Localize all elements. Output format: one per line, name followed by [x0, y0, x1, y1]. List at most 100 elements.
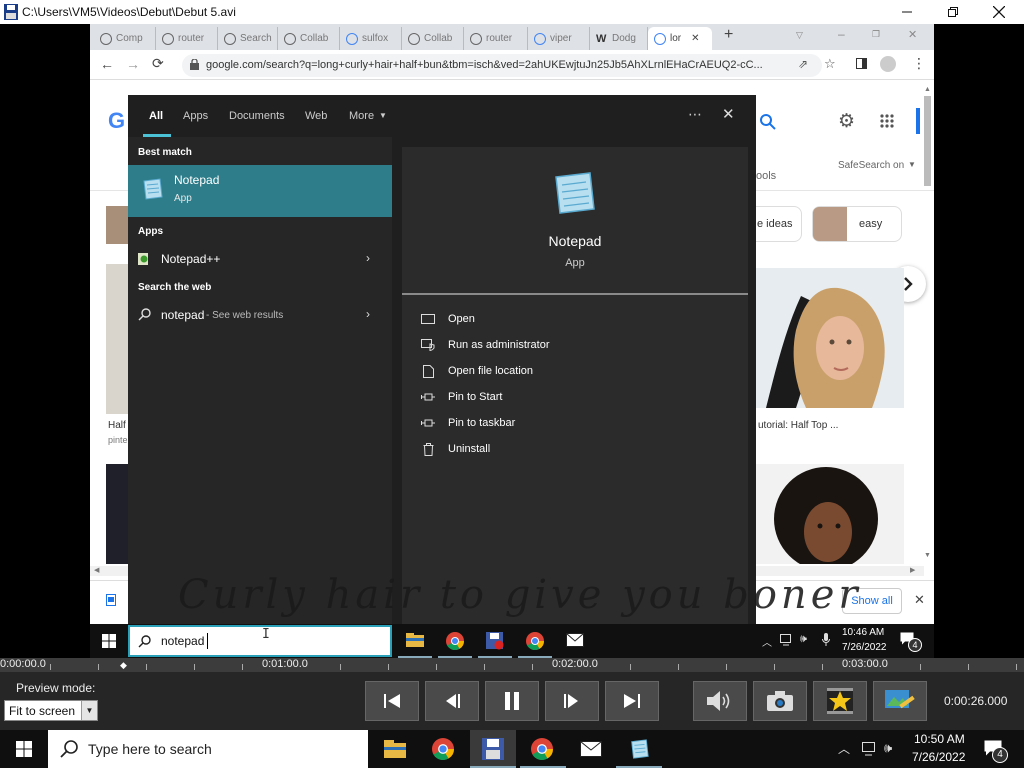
image-result-curly-dark[interactable] — [756, 464, 904, 564]
microphone-icon[interactable] — [822, 633, 830, 646]
action-open[interactable]: Open — [420, 309, 475, 329]
omnibox[interactable]: google.com/search?q=long+curly+hair+half… — [182, 54, 822, 77]
step-back-button[interactable] — [425, 681, 479, 721]
browser-tab[interactable]: Comp — [94, 27, 156, 50]
action-open-file-location[interactable]: Open file location — [420, 361, 533, 381]
effects-star-button[interactable] — [813, 681, 867, 721]
browser-tab[interactable]: sulfox — [340, 27, 402, 50]
action-uninstall[interactable]: Uninstall — [420, 439, 490, 459]
image-result-curly-blonde[interactable] — [756, 268, 904, 408]
chrome-icon[interactable] — [531, 738, 553, 760]
safesearch-dropdown-icon[interactable]: ▼ — [908, 160, 916, 169]
tray-time[interactable]: 10:50 AM — [914, 732, 965, 746]
skip-to-end-button[interactable] — [605, 681, 659, 721]
apps-grid-icon[interactable] — [880, 114, 894, 128]
scroll-right-icon[interactable]: ▶ — [910, 566, 915, 574]
profile-icon[interactable] — [880, 56, 896, 72]
windows-start-icon[interactable] — [16, 741, 32, 757]
scroll-left-icon[interactable]: ◀ — [94, 566, 99, 574]
window-restore-icon[interactable]: ❐ — [872, 29, 880, 40]
notepad-icon[interactable] — [628, 738, 650, 760]
browser-tab[interactable]: Collab — [278, 27, 340, 50]
share-icon[interactable]: ⇗ — [798, 57, 808, 71]
step-forward-button[interactable] — [545, 681, 599, 721]
action-pin-start[interactable]: Pin to Start — [420, 387, 502, 407]
account-button[interactable] — [916, 108, 920, 134]
action-pin-taskbar[interactable]: Pin to taskbar — [420, 413, 515, 433]
tab-apps[interactable]: Apps — [183, 110, 208, 122]
chrome-icon[interactable] — [526, 632, 544, 650]
browser-tab[interactable]: router — [156, 27, 218, 50]
image-result[interactable] — [106, 264, 128, 414]
taskbar-search-box[interactable]: notepad — [128, 625, 392, 657]
image-thumbnail[interactable] — [106, 206, 128, 244]
browser-tab[interactable]: Search — [218, 27, 278, 50]
preview-mode-select[interactable]: Fit to screen ▼ — [4, 700, 98, 721]
volume-button[interactable] — [693, 681, 747, 721]
file-explorer-icon[interactable] — [384, 740, 406, 758]
back-icon[interactable]: ← — [100, 56, 114, 72]
video-settings-button[interactable] — [873, 681, 927, 721]
tab-more[interactable]: More — [349, 110, 374, 122]
tab-web[interactable]: Web — [305, 110, 327, 122]
more-options-icon[interactable]: ⋯ — [688, 106, 702, 123]
browser-tab[interactable]: router — [464, 27, 528, 50]
related-chip[interactable]: easy — [812, 206, 902, 242]
menu-dots-icon[interactable]: ⋮ — [912, 55, 926, 72]
window-minimize-icon[interactable]: – — [838, 27, 845, 41]
safesearch-label[interactable]: SafeSearch on — [838, 160, 904, 171]
tray-chevron-up-icon[interactable]: ︿ — [762, 634, 772, 649]
mail-icon[interactable] — [580, 741, 602, 757]
browser-tab[interactable]: viper — [528, 27, 590, 50]
dropdown-button[interactable]: ▼ — [81, 701, 97, 720]
tab-all[interactable]: All — [149, 110, 163, 122]
pause-button[interactable] — [485, 681, 539, 721]
volume-icon[interactable]: 🕪 — [884, 740, 892, 756]
image-caption[interactable]: utorial: Half Top ... — [758, 420, 838, 431]
download-file-icon[interactable] — [106, 594, 116, 606]
close-tab-icon[interactable]: ✕ — [691, 33, 699, 44]
window-close-icon[interactable]: ✕ — [908, 28, 917, 41]
taskbar-search-box[interactable]: Type here to search — [48, 730, 368, 768]
action-run-as-admin[interactable]: Run as administrator — [420, 335, 550, 355]
volume-icon[interactable]: 🕪 — [800, 633, 807, 646]
debut-recorder-icon[interactable] — [486, 632, 504, 650]
best-match-item[interactable]: Notepad App — [128, 165, 392, 217]
network-icon[interactable] — [780, 634, 794, 646]
snapshot-camera-button[interactable] — [753, 681, 807, 721]
search-icon[interactable] — [760, 114, 776, 130]
image-result[interactable] — [106, 464, 128, 564]
chrome-icon[interactable] — [446, 632, 464, 650]
debut-recorder-icon[interactable] — [482, 738, 504, 760]
chevron-right-icon[interactable]: › — [366, 251, 370, 265]
sidepanel-icon[interactable] — [856, 58, 867, 69]
image-caption[interactable]: Half — [108, 420, 126, 431]
tools-link[interactable]: ools — [756, 170, 776, 182]
file-explorer-icon[interactable] — [406, 633, 424, 647]
settings-gear-icon[interactable]: ⚙ — [838, 110, 855, 133]
new-tab-button[interactable]: + — [724, 26, 733, 44]
minimize-button[interactable] — [884, 0, 930, 24]
bookmark-star-icon[interactable]: ☆ — [824, 56, 836, 72]
chrome-icon[interactable] — [432, 738, 454, 760]
tray-time[interactable]: 10:46 AM — [842, 627, 884, 638]
restore-button[interactable] — [930, 0, 976, 24]
mail-icon[interactable] — [566, 633, 584, 647]
chevron-right-icon[interactable]: › — [366, 307, 370, 321]
scroll-down-icon[interactable]: ▼ — [924, 552, 931, 559]
search-input[interactable]: notepad — [161, 634, 204, 648]
close-search-icon[interactable]: ✕ — [722, 105, 735, 123]
tab-documents[interactable]: Documents — [229, 110, 285, 122]
tab-search-icon[interactable]: ▽ — [796, 30, 803, 41]
close-button[interactable] — [976, 0, 1022, 24]
vertical-scrollbar-thumb[interactable] — [924, 96, 931, 186]
scroll-up-icon[interactable]: ▲ — [924, 86, 931, 93]
playhead-marker-icon[interactable]: ◆ — [120, 660, 127, 671]
playback-timeline[interactable]: 0:00:00.0 0:01:00.0 0:02:00.0 0:03:00.0 … — [0, 658, 1024, 672]
browser-tab[interactable]: Collab — [402, 27, 464, 50]
browser-tab-active[interactable]: lor ✕ — [648, 27, 712, 50]
close-download-bar-icon[interactable]: ✕ — [914, 592, 925, 608]
web-result-item[interactable]: notepad - See web results › — [128, 301, 392, 329]
skip-to-start-button[interactable] — [365, 681, 419, 721]
browser-tab[interactable]: W Dodg — [590, 27, 648, 50]
